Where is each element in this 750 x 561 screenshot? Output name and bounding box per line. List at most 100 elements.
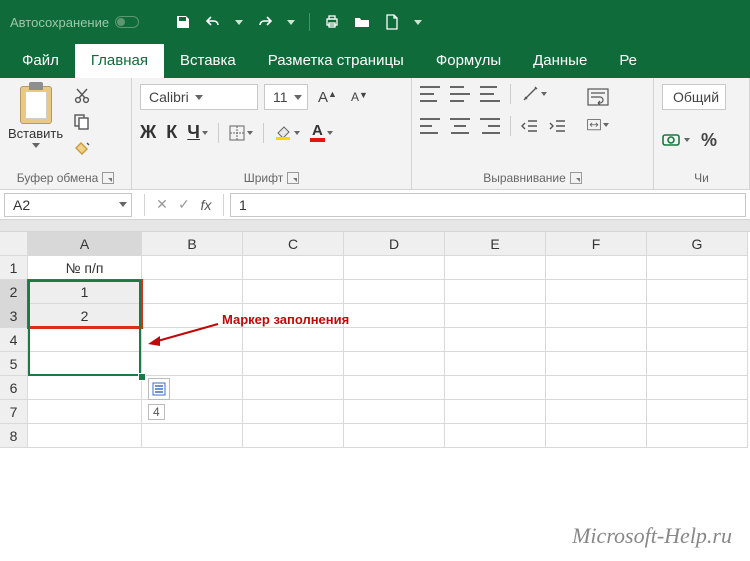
cell[interactable]: [445, 328, 546, 352]
cell[interactable]: [344, 376, 445, 400]
cell[interactable]: [647, 328, 748, 352]
merge-center-button[interactable]: [587, 116, 609, 134]
cell[interactable]: [546, 424, 647, 448]
col-header-b[interactable]: B: [142, 232, 243, 256]
redo-dropdown-icon[interactable]: [287, 20, 295, 25]
increase-indent-button[interactable]: [549, 118, 567, 134]
row-header-2[interactable]: 2: [0, 280, 28, 304]
cell[interactable]: [445, 256, 546, 280]
tab-page-layout[interactable]: Разметка страницы: [252, 44, 420, 78]
cell[interactable]: [142, 256, 243, 280]
cell[interactable]: [647, 400, 748, 424]
cancel-formula-button[interactable]: ✕: [151, 196, 173, 213]
align-center-button[interactable]: [450, 118, 470, 134]
font-launcher-icon[interactable]: [287, 172, 299, 184]
select-all-corner[interactable]: [0, 232, 28, 256]
cell[interactable]: [28, 376, 142, 400]
font-name-combo[interactable]: Calibri: [140, 84, 258, 110]
cell[interactable]: [546, 304, 647, 328]
cell[interactable]: [28, 400, 142, 424]
cell[interactable]: [344, 352, 445, 376]
grow-font-button[interactable]: A▲: [314, 89, 341, 106]
row-header-1[interactable]: 1: [0, 256, 28, 280]
qat-customize-icon[interactable]: [414, 20, 422, 25]
borders-button[interactable]: [229, 125, 253, 141]
orientation-button[interactable]: [521, 85, 547, 103]
col-header-e[interactable]: E: [445, 232, 546, 256]
format-painter-button[interactable]: [71, 138, 93, 158]
cell-a1[interactable]: № п/п: [28, 256, 142, 280]
cell[interactable]: [445, 376, 546, 400]
cell[interactable]: [445, 352, 546, 376]
col-header-f[interactable]: F: [546, 232, 647, 256]
cell[interactable]: [142, 352, 243, 376]
fill-color-button[interactable]: [274, 125, 300, 141]
underline-button[interactable]: Ч: [187, 122, 208, 143]
align-top-button[interactable]: [420, 86, 440, 102]
shrink-font-button[interactable]: A▼: [347, 90, 372, 104]
accounting-format-button[interactable]: [662, 130, 690, 150]
row-header-8[interactable]: 8: [0, 424, 28, 448]
cell[interactable]: [445, 304, 546, 328]
undo-dropdown-icon[interactable]: [235, 20, 243, 25]
tab-data[interactable]: Данные: [517, 44, 603, 78]
row-header-4[interactable]: 4: [0, 328, 28, 352]
cell[interactable]: [546, 376, 647, 400]
cell[interactable]: [243, 424, 344, 448]
cell[interactable]: [546, 280, 647, 304]
row-header-7[interactable]: 7: [0, 400, 28, 424]
row-header-3[interactable]: 3: [0, 304, 28, 328]
percent-button[interactable]: %: [698, 130, 720, 150]
cell[interactable]: [546, 352, 647, 376]
cell[interactable]: [344, 400, 445, 424]
cell[interactable]: [243, 376, 344, 400]
row-header-6[interactable]: 6: [0, 376, 28, 400]
col-header-a[interactable]: A: [28, 232, 142, 256]
formula-input[interactable]: 1: [230, 193, 746, 217]
align-middle-button[interactable]: [450, 86, 470, 102]
tab-formulas[interactable]: Формулы: [420, 44, 517, 78]
undo-icon[interactable]: [205, 14, 221, 30]
copy-button[interactable]: [71, 112, 93, 132]
col-header-c[interactable]: C: [243, 232, 344, 256]
cell[interactable]: [445, 424, 546, 448]
cell[interactable]: [28, 352, 142, 376]
cell[interactable]: [243, 352, 344, 376]
cell-a3[interactable]: 2: [28, 304, 142, 328]
wrap-text-button[interactable]: [587, 88, 609, 106]
paste-button[interactable]: Вставить: [8, 84, 63, 148]
clipboard-launcher-icon[interactable]: [102, 172, 114, 184]
cell[interactable]: [445, 280, 546, 304]
new-icon[interactable]: [384, 14, 400, 30]
align-bottom-button[interactable]: [480, 86, 500, 102]
align-right-button[interactable]: [480, 118, 500, 134]
cell[interactable]: [344, 304, 445, 328]
autofill-options-button[interactable]: [148, 378, 170, 400]
decrease-indent-button[interactable]: [521, 118, 539, 134]
cell[interactable]: [28, 424, 142, 448]
open-icon[interactable]: [354, 14, 370, 30]
cell[interactable]: [142, 424, 243, 448]
spreadsheet-grid[interactable]: A B C D E F G 1 № п/п 2 1 3 2 4 5 6 7 8: [0, 232, 750, 448]
alignment-launcher-icon[interactable]: [570, 172, 582, 184]
cell[interactable]: [344, 424, 445, 448]
font-color-button[interactable]: А: [310, 124, 333, 142]
quick-print-icon[interactable]: [324, 14, 340, 30]
cell[interactable]: [546, 328, 647, 352]
cell[interactable]: [647, 256, 748, 280]
number-format-combo[interactable]: Общий: [662, 84, 726, 110]
cell[interactable]: [647, 304, 748, 328]
redo-icon[interactable]: [257, 14, 273, 30]
cell[interactable]: [344, 328, 445, 352]
col-header-d[interactable]: D: [344, 232, 445, 256]
cell[interactable]: [546, 256, 647, 280]
save-icon[interactable]: [175, 14, 191, 30]
cut-button[interactable]: [71, 86, 93, 106]
cell[interactable]: [344, 280, 445, 304]
tab-review[interactable]: Ре: [603, 44, 653, 78]
enter-formula-button[interactable]: ✓: [173, 196, 195, 213]
autosave-toggle[interactable]: Автосохранение: [10, 15, 139, 30]
cell[interactable]: [445, 400, 546, 424]
tab-home[interactable]: Главная: [75, 44, 164, 78]
cell[interactable]: [647, 424, 748, 448]
